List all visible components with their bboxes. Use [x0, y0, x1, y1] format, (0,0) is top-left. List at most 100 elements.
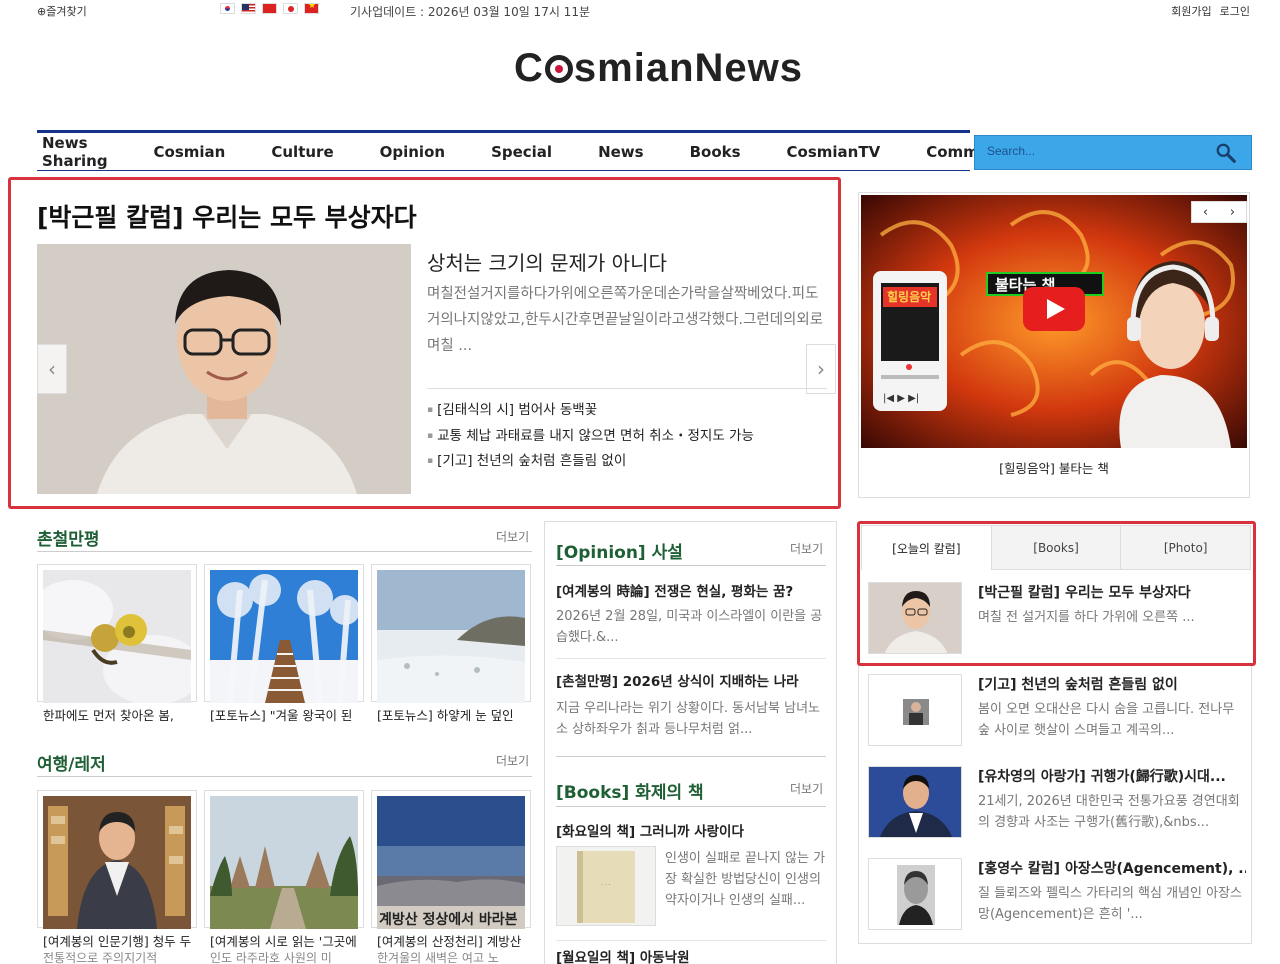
- nav-special[interactable]: Special: [486, 143, 557, 161]
- video-thumbnail[interactable]: 힐링음악 |◀ ▶ ▶| 불타는 책: [861, 195, 1247, 448]
- video-nav: ‹ ›: [1191, 201, 1247, 223]
- thumb-caption[interactable]: [여계봉의 인문기행] 청두 두: [43, 931, 193, 950]
- section-title-cartoon[interactable]: 촌철만평: [37, 525, 100, 550]
- search-input[interactable]: [987, 144, 1187, 158]
- thumb-card-2[interactable]: [포토뉴스] "겨울 왕국이 된: [204, 564, 364, 723]
- books-article-body: 인생이 실패로 끝나지 않는 가장 확실한 방법당신이 인생의 약자이거나 인생…: [665, 851, 826, 908]
- headline-subtitle[interactable]: 상처는 크기의 문제가 아니다: [427, 247, 667, 276]
- column-summary: 21세기, 2026년 대한민국 전통가요풍 경연대회의 경향과 사조는 구행가…: [978, 794, 1240, 830]
- column-title[interactable]: [홍영수 칼럼] 아장스망(Agencement), ...: [978, 858, 1246, 878]
- thumb-caption[interactable]: [여계봉의 산정천리] 계방산: [377, 931, 527, 950]
- thumb-photo: [43, 570, 191, 703]
- headline-summary: 며칠전설거지를하다가위에오른쪽가운데손가락을살짝베었다.피도거의나지않았고,한두…: [427, 286, 824, 354]
- thumb-caption[interactable]: [포토뉴스] 하얗게 눈 덮인: [377, 705, 527, 724]
- nav-news[interactable]: News: [593, 143, 649, 161]
- nav-culture[interactable]: Culture: [266, 143, 338, 161]
- headline-prev-button[interactable]: ‹: [37, 344, 67, 394]
- thumb-card-3[interactable]: [포토뉴스] 하얗게 눈 덮인: [371, 564, 531, 723]
- language-flags: [220, 3, 319, 14]
- column-list-item[interactable]: [유차영의 아랑가] 귀행가(歸行歌)시대... 21세기, 2026년 대한민…: [868, 766, 1248, 840]
- video-next-icon[interactable]: ›: [1230, 205, 1235, 220]
- site-logo[interactable]: CsmianNews: [514, 46, 803, 91]
- main-nav: News Sharing Cosmian Culture Opinion Spe…: [37, 133, 1022, 171]
- column-title[interactable]: [유차영의 아랑가] 귀행가(歸行歌)시대...: [978, 766, 1246, 786]
- tab-todays-column[interactable]: [오늘의 칼럼]: [861, 525, 992, 570]
- thumb-caption[interactable]: [여계봉의 시로 읽는 '그곳에: [210, 931, 360, 950]
- headline-related-list: [김태식의 시] 범어사 동백꽃 교통 체납 과태료를 내지 않으면 면허 취소…: [427, 400, 754, 477]
- thumb-subcaption: 인도 라주라호 사원의 미: [210, 951, 332, 964]
- books-section-title[interactable]: [Books] 화제의 책: [556, 778, 704, 803]
- china-flag-icon[interactable]: [262, 3, 277, 14]
- section-divider: [556, 756, 826, 757]
- opinion-article-title[interactable]: [여계봉의 時論] 전쟁은 현실, 평화는 꿈?: [556, 580, 793, 600]
- thumb-photo: [210, 570, 358, 703]
- top-bar: ⊕즐겨찾기 기사업데이트 : 2026년 03월 10일 17시 11분 회원가…: [0, 0, 1280, 22]
- signup-link[interactable]: 회원가입: [1171, 3, 1211, 19]
- tab-books[interactable]: [Books]: [991, 525, 1122, 570]
- headline-photo[interactable]: ‹: [37, 244, 411, 494]
- related-link[interactable]: 교통 체납 과태료를 내지 않으면 면허 취소・정지도 가능: [427, 426, 754, 452]
- section-divider: [37, 551, 532, 552]
- column-list-item[interactable]: [홍영수 칼럼] 아장스망(Agencement), ... 질 들뢰즈와 펠릭…: [868, 858, 1248, 932]
- column-thumb: [868, 582, 962, 654]
- nav-cosmian[interactable]: Cosmian: [149, 143, 231, 161]
- vietnam-flag-icon[interactable]: [304, 3, 319, 14]
- column-summary: 며칠 전 설거지를 하다 가위에 오른쪽 ...: [978, 610, 1195, 625]
- column-list-item[interactable]: [기고] 천년의 숲처럼 흔들림 없이 봄이 오면 오대산은 다시 숨을 고릅니…: [868, 674, 1248, 748]
- related-link[interactable]: [기고] 천년의 숲처럼 흔들림 없이: [427, 451, 754, 477]
- thumb-photo: [377, 570, 525, 703]
- thumb-card-5[interactable]: [여계봉의 시로 읽는 '그곳에 인도 라주라호 사원의 미: [204, 790, 364, 964]
- column-list-item[interactable]: [박근필 칼럼] 우리는 모두 부상자다 며칠 전 설거지를 하다 가위에 오른…: [868, 582, 1248, 656]
- video-box: 힐링음악 |◀ ▶ ▶| 불타는 책 ‹ › [힐링음악] 불타는 책: [858, 192, 1250, 498]
- column-thumb: [868, 858, 962, 930]
- svg-text:· · ·: · · ·: [601, 882, 611, 889]
- column-summary: 질 들뢰즈와 펠릭스 가타리의 핵심 개념인 아장스망(Agencement)은…: [978, 886, 1242, 922]
- search-icon[interactable]: [1215, 142, 1237, 164]
- column-thumb: [868, 766, 962, 838]
- books-more-link[interactable]: 더보기: [790, 780, 823, 797]
- opinion-article-title[interactable]: [촌철만평] 2026년 상식이 지배하는 나라: [556, 670, 799, 690]
- article-divider: [556, 658, 826, 659]
- update-timestamp: 기사업데이트 : 2026년 03월 10일 17시 11분: [350, 5, 590, 19]
- thumb-caption[interactable]: 한파에도 먼저 찾아온 봄,: [43, 705, 193, 724]
- thumb-photo: [210, 796, 358, 929]
- nav-cosmiantv[interactable]: CosmianTV: [782, 143, 886, 161]
- thumb-subcaption: 한겨울의 새벽은 여고 노: [377, 951, 499, 964]
- tab-photo[interactable]: [Photo]: [1121, 525, 1252, 570]
- thumb-card-4[interactable]: [여계봉의 인문기행] 청두 두 전통적으로 주의지기적: [37, 790, 197, 964]
- japan-flag-icon[interactable]: [283, 3, 298, 14]
- usa-flag-icon[interactable]: [241, 3, 256, 14]
- section-divider: [556, 565, 826, 566]
- video-prev-icon[interactable]: ‹: [1203, 205, 1208, 220]
- nav-books[interactable]: Books: [685, 143, 746, 161]
- related-link[interactable]: [김태식의 시] 범어사 동백꽃: [427, 400, 754, 426]
- headline-divider: [427, 388, 827, 389]
- column-title[interactable]: [박근필 칼럼] 우리는 모두 부상자다: [978, 582, 1246, 602]
- member-links: 회원가입 로그인: [1171, 3, 1250, 19]
- korea-flag-icon[interactable]: [220, 3, 235, 14]
- section2-more-link[interactable]: 더보기: [496, 752, 529, 769]
- opinion-more-link[interactable]: 더보기: [790, 540, 823, 557]
- books-article-title[interactable]: [월요일의 책] 아동낙원: [556, 946, 690, 964]
- section1-more-link[interactable]: 더보기: [496, 528, 529, 545]
- opinion-section-title[interactable]: [Opinion] 사설: [556, 538, 683, 563]
- thumb-photo: 계방산 정상에서 바라본: [377, 796, 525, 929]
- column-title[interactable]: [기고] 천년의 숲처럼 흔들림 없이: [978, 674, 1246, 694]
- book-cover-photo[interactable]: · · ·: [556, 846, 656, 926]
- headline-title[interactable]: [박근필 칼럼] 우리는 모두 부상자다: [37, 198, 417, 234]
- thumb-card-1[interactable]: 한파에도 먼저 찾아온 봄,: [37, 564, 197, 723]
- login-link[interactable]: 로그인: [1220, 3, 1250, 19]
- thumb-card-6[interactable]: 계방산 정상에서 바라본 [여계봉의 산정천리] 계방산 한겨울의 새벽은 여고…: [371, 790, 531, 964]
- bookmark-link[interactable]: ⊕즐겨찾기: [37, 3, 87, 19]
- books-article-title[interactable]: [화요일의 책] 그러니까 사랑이다: [556, 820, 744, 840]
- section-title-travel[interactable]: 여행/레저: [37, 750, 106, 775]
- thumb-overlay-text: 계방산 정상에서 바라본: [379, 911, 518, 928]
- section-divider: [37, 776, 532, 777]
- opinion-title: 사설: [651, 543, 683, 563]
- nav-news-sharing[interactable]: News Sharing: [37, 134, 113, 170]
- thumb-caption[interactable]: [포토뉴스] "겨울 왕국이 된: [210, 705, 360, 724]
- books-tag: [Books]: [556, 783, 630, 803]
- nav-opinion[interactable]: Opinion: [375, 143, 450, 161]
- video-caption[interactable]: [힐링음악] 불타는 책: [859, 458, 1249, 477]
- thumb-subcaption: 전통적으로 주의지기적: [43, 951, 158, 964]
